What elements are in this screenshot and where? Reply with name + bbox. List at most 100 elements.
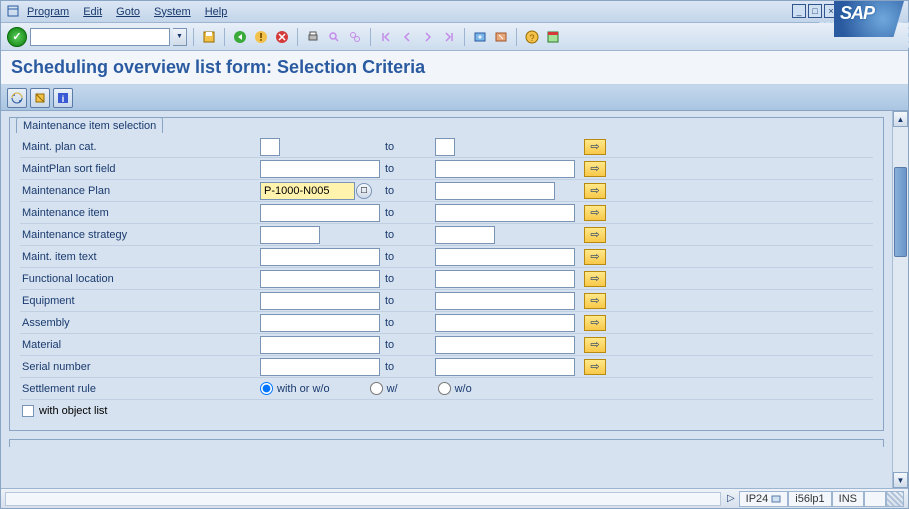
multi-select-button[interactable]: ⇨ xyxy=(584,227,606,243)
scroll-thumb[interactable] xyxy=(894,167,907,257)
session-icon xyxy=(771,494,781,504)
multi-select-button[interactable]: ⇨ xyxy=(584,315,606,331)
scroll-up-button[interactable]: ▲ xyxy=(893,111,908,127)
maint-plan-cat-from[interactable] xyxy=(260,138,280,156)
maintplan-sort-from[interactable] xyxy=(260,160,380,178)
command-history-dropdown[interactable]: ▼ xyxy=(173,28,187,46)
window-menu-icon[interactable] xyxy=(7,5,21,19)
status-empty xyxy=(864,491,886,507)
command-field[interactable] xyxy=(30,28,170,46)
multi-select-button[interactable]: ⇨ xyxy=(584,271,606,287)
label-material: Material xyxy=(20,339,260,351)
maintenance-item-to[interactable] xyxy=(435,204,575,222)
functional-location-to[interactable] xyxy=(435,270,575,288)
maximize-button[interactable]: □ xyxy=(808,4,822,18)
multi-select-button[interactable]: ⇨ xyxy=(584,249,606,265)
menu-help[interactable]: Help xyxy=(205,6,228,18)
prev-page-icon[interactable] xyxy=(398,28,416,46)
find-next-icon[interactable] xyxy=(346,28,364,46)
label-settlement-rule: Settlement rule xyxy=(20,383,260,395)
svg-text:?: ? xyxy=(529,33,534,43)
settlement-without-radio[interactable] xyxy=(438,382,451,395)
serial-number-from[interactable] xyxy=(260,358,380,376)
multi-select-button[interactable]: ⇨ xyxy=(584,205,606,221)
label-maintenance-strategy: Maintenance strategy xyxy=(20,229,260,241)
resize-grip[interactable] xyxy=(886,491,904,507)
page-title: Scheduling overview list form: Selection… xyxy=(11,57,898,78)
maintenance-item-selection-group: Maintenance item selection Maint. plan c… xyxy=(9,117,884,431)
status-system: i56lp1 xyxy=(788,491,831,507)
help-icon[interactable]: ? xyxy=(523,28,541,46)
back-icon[interactable] xyxy=(231,28,249,46)
maintenance-strategy-from[interactable] xyxy=(260,226,320,244)
to-label: to xyxy=(385,141,435,153)
label-maintenance-plan: Maintenance Plan xyxy=(20,185,260,197)
settlement-opt1-label: with or w/o xyxy=(277,383,330,395)
multi-select-button[interactable]: ⇨ xyxy=(584,183,606,199)
label-serial-number: Serial number xyxy=(20,361,260,373)
equipment-from[interactable] xyxy=(260,292,380,310)
maintenance-plan-from[interactable] xyxy=(260,182,355,200)
maint-plan-cat-to[interactable] xyxy=(435,138,455,156)
enter-button[interactable]: ✓ xyxy=(7,27,27,47)
f4-help-button[interactable]: ☐ xyxy=(356,183,372,199)
with-object-list-checkbox[interactable] xyxy=(22,405,34,417)
vertical-scrollbar[interactable]: ▲ ▼ xyxy=(892,111,908,488)
menu-goto[interactable]: Goto xyxy=(116,6,140,18)
label-maint-item-text: Maint. item text xyxy=(20,251,260,263)
label-maint-plan-cat: Maint. plan cat. xyxy=(20,141,260,153)
next-group-partial xyxy=(9,439,884,447)
maintenance-strategy-to[interactable] xyxy=(435,226,495,244)
program-doc-button[interactable]: i xyxy=(53,88,73,108)
menu-system[interactable]: System xyxy=(154,6,191,18)
save-icon[interactable] xyxy=(200,28,218,46)
scroll-down-button[interactable]: ▼ xyxy=(893,472,908,488)
assembly-from[interactable] xyxy=(260,314,380,332)
multi-select-button[interactable]: ⇨ xyxy=(584,293,606,309)
maint-item-text-to[interactable] xyxy=(435,248,575,266)
execute-button[interactable] xyxy=(7,88,27,108)
maintplan-sort-to[interactable] xyxy=(435,160,575,178)
sap-logo: SAP xyxy=(834,1,904,37)
settlement-with-or-without-radio[interactable] xyxy=(260,382,273,395)
generate-shortcut-icon[interactable] xyxy=(492,28,510,46)
multi-select-button[interactable]: ⇨ xyxy=(584,359,606,375)
label-functional-location: Functional location xyxy=(20,273,260,285)
multi-select-button[interactable]: ⇨ xyxy=(584,161,606,177)
settlement-opt2-label: w/ xyxy=(387,383,398,395)
status-arrow-icon: ▷ xyxy=(727,493,735,504)
minimize-button[interactable]: _ xyxy=(792,4,806,18)
label-maintenance-item: Maintenance item xyxy=(20,207,260,219)
status-insert-mode: INS xyxy=(832,491,864,507)
print-icon[interactable] xyxy=(304,28,322,46)
find-icon[interactable] xyxy=(325,28,343,46)
create-session-icon[interactable] xyxy=(471,28,489,46)
serial-number-to[interactable] xyxy=(435,358,575,376)
exit-icon[interactable] xyxy=(252,28,270,46)
functional-location-from[interactable] xyxy=(260,270,380,288)
layout-menu-icon[interactable] xyxy=(544,28,562,46)
svg-text:i: i xyxy=(62,94,65,104)
menu-program[interactable]: Program xyxy=(27,6,69,18)
cancel-icon[interactable] xyxy=(273,28,291,46)
with-object-list-label: with object list xyxy=(39,405,107,417)
label-equipment: Equipment xyxy=(20,295,260,307)
maintenance-plan-to[interactable] xyxy=(435,182,555,200)
first-page-icon[interactable] xyxy=(377,28,395,46)
menu-edit[interactable]: Edit xyxy=(83,6,102,18)
material-from[interactable] xyxy=(260,336,380,354)
material-to[interactable] xyxy=(435,336,575,354)
label-maintplan-sort: MaintPlan sort field xyxy=(20,163,260,175)
maint-item-text-from[interactable] xyxy=(260,248,380,266)
assembly-to[interactable] xyxy=(435,314,575,332)
status-message-area xyxy=(5,492,721,506)
multi-select-button[interactable]: ⇨ xyxy=(584,139,606,155)
maintenance-item-from[interactable] xyxy=(260,204,380,222)
multi-select-button[interactable]: ⇨ xyxy=(584,337,606,353)
settlement-with-radio[interactable] xyxy=(370,382,383,395)
last-page-icon[interactable] xyxy=(440,28,458,46)
equipment-to[interactable] xyxy=(435,292,575,310)
status-tcode: IP24 xyxy=(739,491,789,507)
get-variant-button[interactable] xyxy=(30,88,50,108)
next-page-icon[interactable] xyxy=(419,28,437,46)
